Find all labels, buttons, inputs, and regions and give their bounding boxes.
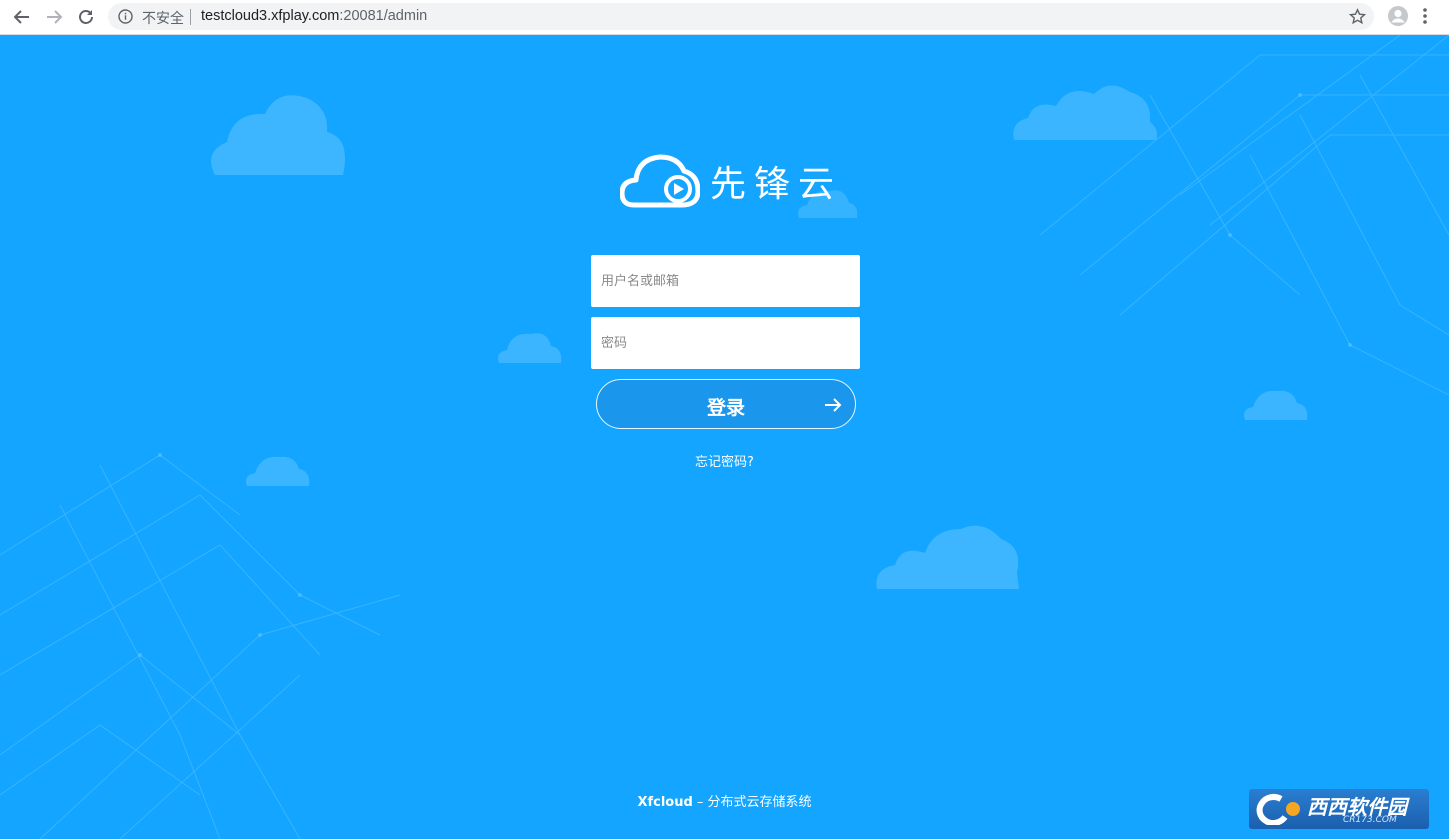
address-bar[interactable]: 不安全 testcloud3.xfplay.com:20081/admin [108, 3, 1374, 30]
url-text[interactable]: testcloud3.xfplay.com:20081/admin [201, 8, 427, 24]
footer-tagline: – 分布式云存储系统 [692, 795, 812, 810]
cloud-decoration [1244, 390, 1308, 420]
cloud-decoration [498, 333, 562, 363]
watermark-emblem [1256, 793, 1300, 825]
footer-product: Xfcloud [637, 795, 693, 810]
star-icon[interactable] [1349, 8, 1366, 25]
cloud-decoration [211, 95, 345, 175]
menu-icon[interactable] [1422, 6, 1428, 26]
cloud-decoration [1013, 85, 1158, 140]
forward-button[interactable] [42, 5, 66, 29]
login-button-label: 登录 [706, 397, 745, 419]
arrow-right-icon [825, 398, 842, 412]
brand-logo: 先锋云 [620, 153, 842, 209]
cloud-play-logo-icon [620, 154, 700, 208]
reload-icon [79, 10, 93, 24]
password-input[interactable] [591, 317, 860, 369]
browser-toolbar: 不安全 testcloud3.xfplay.com:20081/admin [0, 0, 1449, 35]
forgot-password-link[interactable]: 忘记密码? [695, 455, 754, 470]
back-button[interactable] [10, 5, 34, 29]
account-icon[interactable] [1387, 5, 1409, 27]
cloud-decoration [876, 525, 1019, 589]
footer: Xfcloud – 分布式云存储系统 [0, 791, 1449, 810]
forgot-password-row: 忘记密码? [0, 451, 1449, 470]
watermark-subtitle: CR173.COM [1343, 815, 1397, 825]
forward-icon [47, 10, 63, 24]
info-icon[interactable] [118, 9, 133, 24]
divider [190, 9, 191, 25]
url-host: testcloud3.xfplay.com [201, 8, 340, 24]
username-input[interactable] [591, 255, 860, 307]
login-button[interactable]: 登录 [596, 379, 856, 429]
security-warning[interactable]: 不安全 [142, 8, 184, 28]
back-icon [13, 10, 29, 24]
watermark-logo: 西西软件园 CR173.COM [1249, 789, 1429, 829]
reload-button[interactable] [74, 5, 98, 29]
login-page: 先锋云 登录 忘记密码? Xfcloud – 分布式云存储系统 西西软件园 CR… [0, 35, 1449, 839]
url-path: :20081/admin [339, 8, 428, 24]
brand-name: 先锋云 [710, 164, 843, 205]
